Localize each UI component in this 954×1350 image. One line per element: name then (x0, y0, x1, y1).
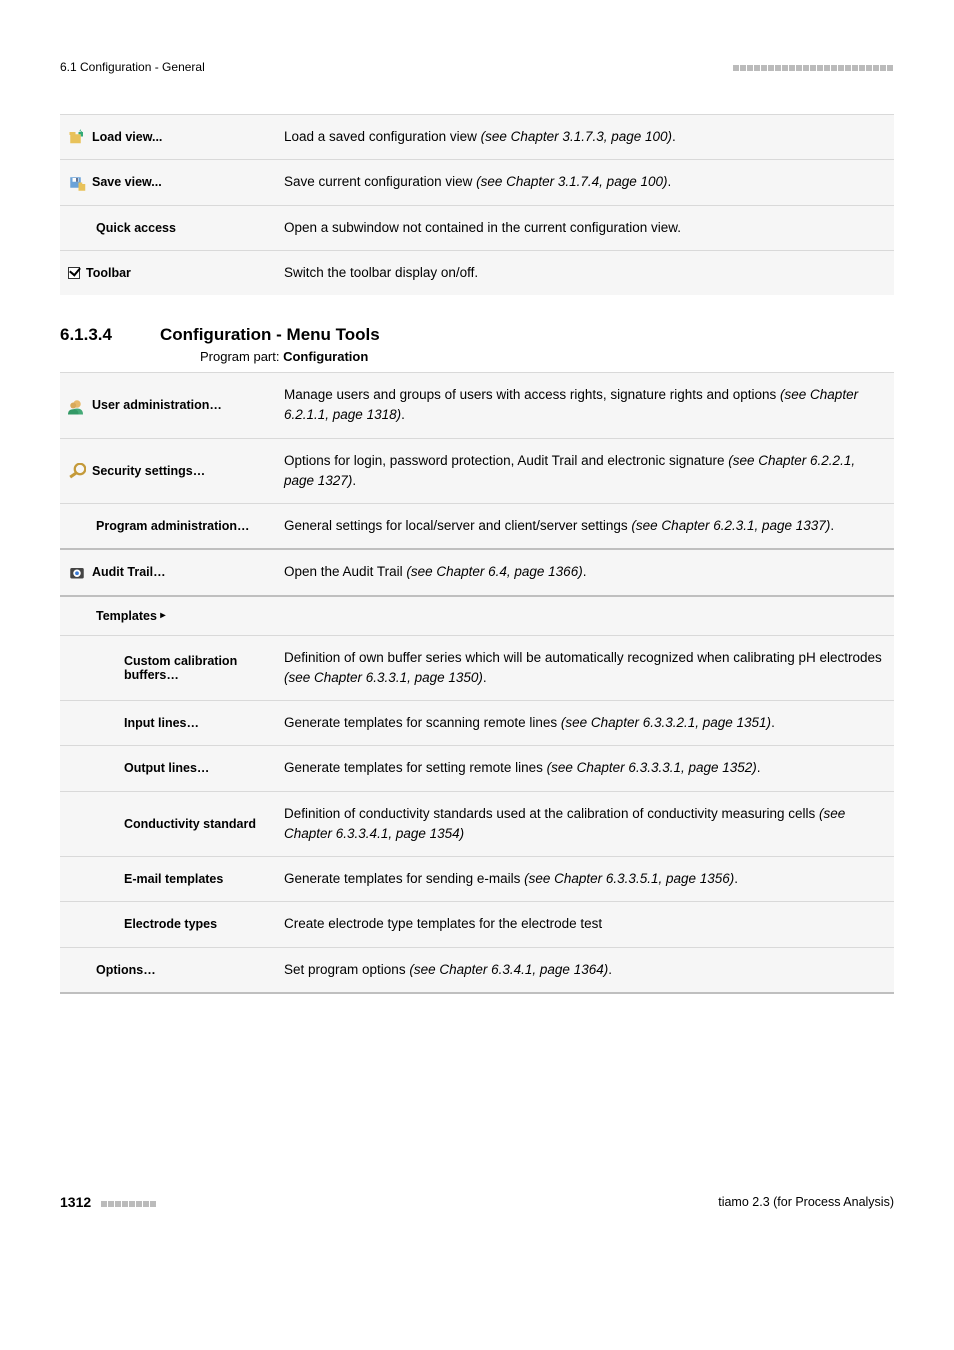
table-row: Program administration… General settings… (60, 504, 894, 550)
menu-desc: General settings for local/server and cl… (276, 504, 894, 550)
header-left: 6.1 Configuration - General (60, 60, 205, 74)
submenu-arrow-icon: ▸ (160, 611, 165, 621)
table-row: Output lines… Generate templates for set… (60, 746, 894, 791)
footer-right: tiamo 2.3 (for Process Analysis) (718, 1195, 894, 1209)
menu-label: Audit Trail… (92, 565, 166, 579)
menu-desc: Options for login, password protection, … (276, 438, 894, 504)
audit-trail-icon (68, 563, 86, 581)
menu-desc: Open a subwindow not contained in the cu… (276, 205, 894, 250)
menu-desc: Load a saved configuration view (see Cha… (276, 115, 894, 160)
menu-label: Conductivity standard (124, 817, 256, 831)
menu-label: Input lines… (124, 716, 199, 730)
menu-desc: Manage users and groups of users with ac… (276, 373, 894, 439)
program-part-line: Program part: Configuration (60, 349, 894, 364)
table-row: Save view... Save current configuration … (60, 160, 894, 205)
menu-label: Output lines… (124, 761, 209, 775)
table-row: E-mail templates Generate templates for … (60, 857, 894, 902)
save-view-icon (68, 173, 86, 191)
security-icon (68, 462, 86, 480)
table-row: Electrode types Create electrode type te… (60, 902, 894, 947)
menu-desc: Definition of own buffer series which wi… (276, 635, 894, 701)
checkbox-icon (68, 267, 80, 279)
menu-label: Save view... (92, 175, 162, 189)
menu-label: Toolbar (86, 266, 131, 280)
footer-decoration (101, 1196, 157, 1210)
view-menu-table: Load view... Load a saved configuration … (60, 114, 894, 295)
menu-desc (276, 596, 894, 636)
table-row: Load view... Load a saved configuration … (60, 115, 894, 160)
table-row: Quick access Open a subwindow not contai… (60, 205, 894, 250)
table-row: Audit Trail… Open the Audit Trail (see C… (60, 549, 894, 595)
page-footer: 1312 tiamo 2.3 (for Process Analysis) (60, 1194, 894, 1210)
table-row: Custom calibration buffers… Definition o… (60, 635, 894, 701)
menu-desc: Switch the toolbar display on/off. (276, 250, 894, 295)
menu-label: Options… (96, 963, 156, 977)
page-header: 6.1 Configuration - General (60, 60, 894, 74)
menu-label: Custom calibration buffers… (124, 654, 268, 682)
table-row: Options… Set program options (see Chapte… (60, 947, 894, 993)
header-decoration (733, 60, 894, 74)
menu-desc: Generate templates for scanning remote l… (276, 701, 894, 746)
menu-desc: Save current configuration view (see Cha… (276, 160, 894, 205)
menu-label: Program administration… (96, 519, 250, 533)
table-row: Conductivity standard Definition of cond… (60, 791, 894, 857)
menu-label: Templates ▸ (96, 609, 165, 623)
menu-desc: Generate templates for sending e-mails (… (276, 857, 894, 902)
menu-desc: Set program options (see Chapter 6.3.4.1… (276, 947, 894, 993)
table-row: Input lines… Generate templates for scan… (60, 701, 894, 746)
table-row: Templates ▸ (60, 596, 894, 636)
menu-label: Security settings… (92, 464, 205, 478)
menu-desc: Open the Audit Trail (see Chapter 6.4, p… (276, 549, 894, 595)
table-row: Toolbar Switch the toolbar display on/of… (60, 250, 894, 295)
section-heading: 6.1.3.4Configuration - Menu Tools (60, 325, 894, 345)
tools-menu-table: User administration… Manage users and gr… (60, 372, 894, 994)
menu-label: Electrode types (124, 917, 217, 931)
menu-label: Load view... (92, 130, 162, 144)
menu-desc: Create electrode type templates for the … (276, 902, 894, 947)
menu-label: User administration… (92, 398, 222, 412)
page-number: 1312 (60, 1194, 91, 1210)
load-view-icon (68, 128, 86, 146)
menu-label: Quick access (96, 221, 176, 235)
table-row: User administration… Manage users and gr… (60, 373, 894, 439)
user-admin-icon (68, 396, 86, 414)
menu-label: E-mail templates (124, 872, 223, 886)
menu-desc: Definition of conductivity standards use… (276, 791, 894, 857)
menu-desc: Generate templates for setting remote li… (276, 746, 894, 791)
table-row: Security settings… Options for login, pa… (60, 438, 894, 504)
